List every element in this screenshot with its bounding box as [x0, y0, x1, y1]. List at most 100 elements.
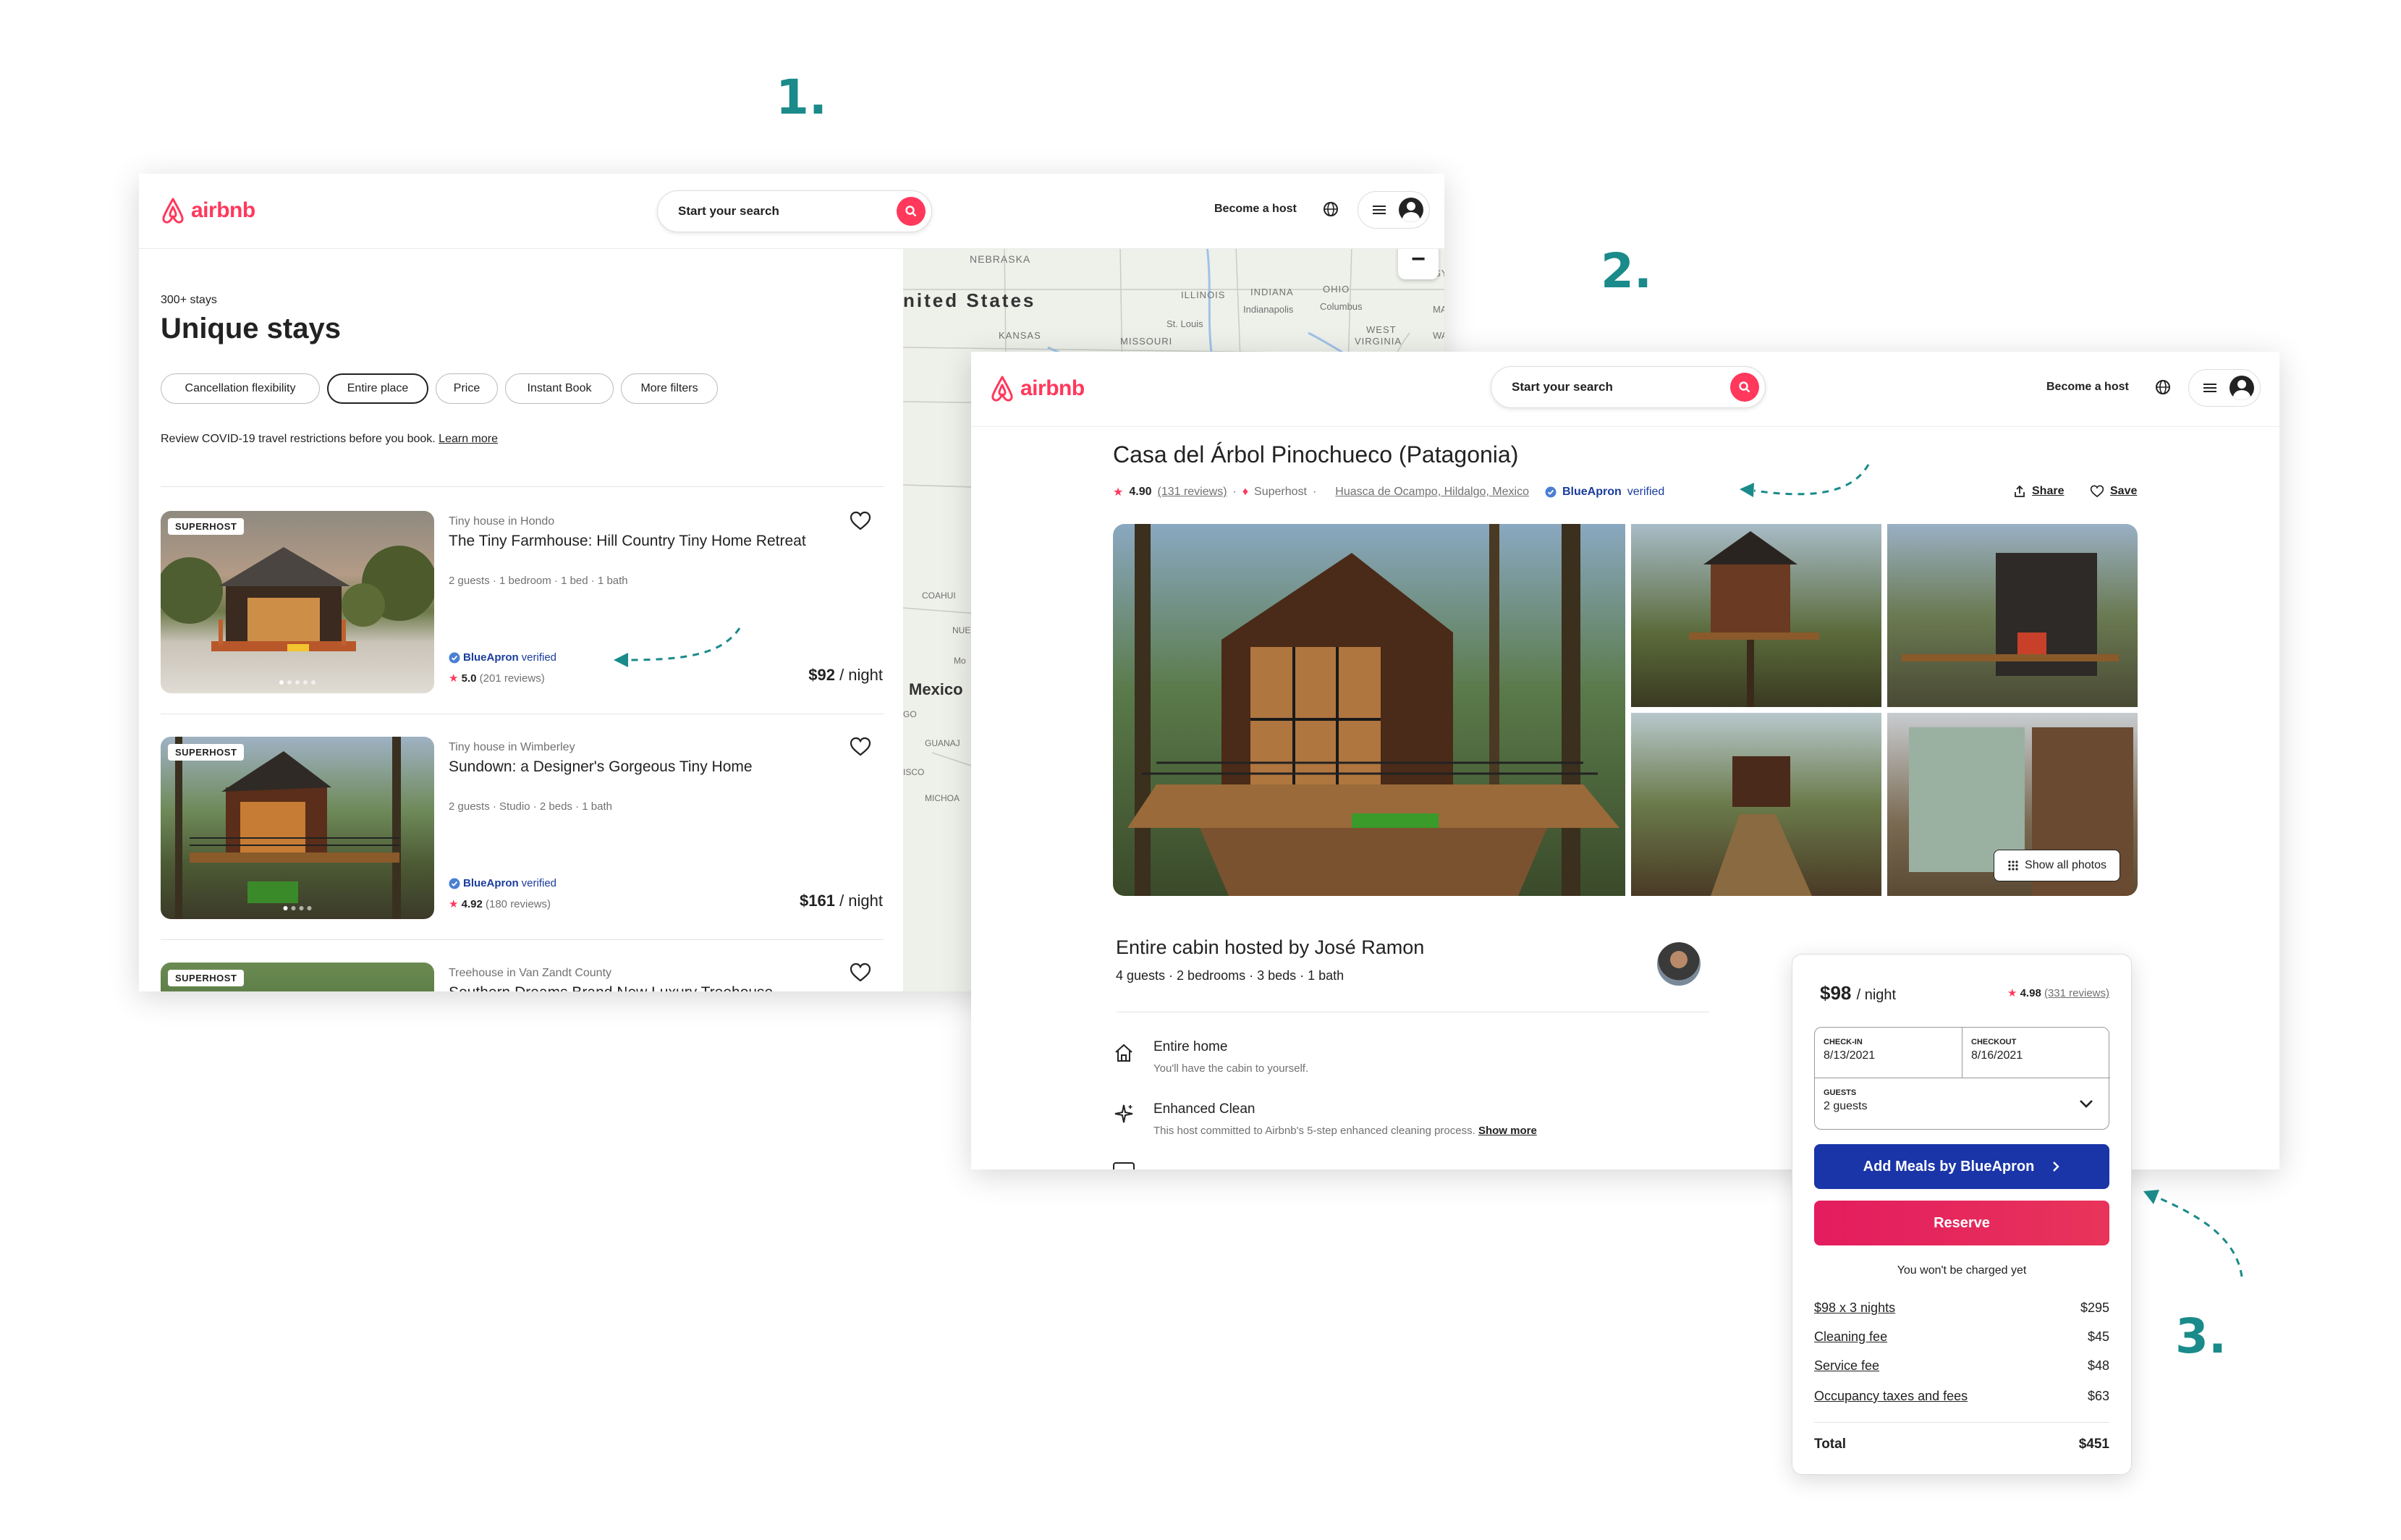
divider	[1814, 1422, 2109, 1423]
location-link[interactable]: Huasca de Ocampo, Hildalgo, Mexico	[1335, 486, 1529, 499]
map-label: KANSAS	[999, 330, 1041, 341]
search-bar[interactable]: Start your search	[1491, 366, 1766, 408]
listing-card[interactable]: SUPERHOST Tiny house in Wimberley Sundow…	[161, 737, 884, 921]
grid-icon	[2008, 860, 2018, 871]
total-amount: $451	[2078, 1437, 2109, 1452]
filter-more[interactable]: More filters	[621, 373, 718, 404]
show-all-photos-button[interactable]: Show all photos	[1994, 850, 2120, 881]
heart-icon[interactable]	[850, 511, 871, 531]
user-menu-button[interactable]	[1358, 191, 1430, 229]
verified-badge-icon	[449, 652, 460, 663]
arrowhead	[2143, 1190, 2159, 1204]
listing-details: 2 guests · 1 bedroom · 1 bed · 1 bath	[449, 575, 628, 587]
listings-header: airbnb Start your search Become a host	[139, 174, 1444, 249]
search-bar[interactable]: Start your search	[657, 190, 932, 232]
airbnb-logo[interactable]: airbnb	[990, 375, 1085, 402]
search-button[interactable]	[1730, 373, 1759, 402]
add-meals-button[interactable]: Add Meals by BlueApron	[1814, 1144, 2109, 1189]
guests-field[interactable]: GUESTS 2 guests	[1815, 1078, 2110, 1130]
show-more-link[interactable]: Show more	[1478, 1125, 1537, 1137]
star-icon: ★	[1113, 486, 1124, 499]
host-avatar[interactable]	[1657, 942, 1701, 986]
heart-icon[interactable]	[850, 737, 871, 757]
farmhouse-image	[161, 546, 434, 651]
price-line: Cleaning fee $45	[1814, 1329, 2109, 1351]
avatar-icon	[2230, 376, 2254, 400]
sparkle-icon	[1114, 1104, 1133, 1123]
save-button[interactable]: Save	[2090, 485, 2137, 498]
listing-details: 2 guests · Studio · 2 beds · 1 bath	[449, 800, 612, 813]
gallery-photo-main[interactable]	[1113, 524, 1625, 896]
airbnb-logo[interactable]: airbnb	[161, 197, 255, 224]
rating-value: 4.92	[461, 898, 483, 910]
gallery-photo[interactable]	[1631, 713, 1881, 896]
hamburger-icon	[2203, 384, 2216, 392]
show-all-photos-label: Show all photos	[2025, 859, 2106, 871]
map-label: ILLINOIS	[1181, 289, 1226, 300]
share-button[interactable]: Share	[2013, 485, 2064, 498]
forest-image	[1711, 756, 1812, 896]
feature-desc: This host committed to Airbnb's 5-step e…	[1153, 1125, 1537, 1137]
learn-more-link[interactable]: Learn more	[439, 433, 498, 445]
reserve-button[interactable]: Reserve	[1814, 1201, 2109, 1245]
become-host-link[interactable]: Become a host	[1214, 203, 1297, 216]
checkout-field[interactable]: CHECKOUT 8/16/2021	[1962, 1028, 2110, 1078]
filter-bar: Cancellation flexibility Entire place Pr…	[161, 373, 884, 405]
gallery-photo[interactable]	[1887, 524, 2138, 707]
verified-badge-icon	[449, 878, 460, 889]
listing-photo[interactable]: SUPERHOST	[161, 511, 434, 693]
carousel-dots[interactable]	[283, 906, 312, 910]
filter-price[interactable]: Price	[436, 373, 498, 404]
listing-title[interactable]: Southern Dreams Brand New Luxury Treehou…	[449, 984, 773, 991]
price-line-label[interactable]: Service fee	[1814, 1358, 1879, 1374]
airbnb-logo-icon	[991, 376, 1013, 402]
rating-value: 4.98	[2020, 987, 2041, 999]
price-unit: / night	[839, 666, 883, 684]
checkin-field[interactable]: CHECK-IN 8/13/2021	[1815, 1028, 1962, 1078]
photo-gallery[interactable]: Show all photos	[1113, 524, 2138, 896]
search-icon	[1739, 381, 1750, 393]
map-label: nited States	[903, 289, 1036, 311]
map-label: INDIANA	[1250, 287, 1294, 297]
listing-price: $161 / night	[800, 892, 883, 910]
listing-title[interactable]: Sundown: a Designer's Gorgeous Tiny Home	[449, 758, 753, 776]
filter-cancellation[interactable]: Cancellation flexibility	[161, 373, 320, 404]
verified-brand: BlueApron	[463, 877, 519, 889]
annotation-arrow-3	[2156, 1196, 2243, 1277]
become-host-link[interactable]: Become a host	[2046, 381, 2129, 394]
listing-title[interactable]: The Tiny Farmhouse: Hill Country Tiny Ho…	[449, 533, 806, 550]
filter-instant-book[interactable]: Instant Book	[505, 373, 614, 404]
reviews-link[interactable]: (331 reviews)	[2044, 987, 2109, 999]
stays-count: 300+ stays	[161, 294, 217, 306]
step-number-2: 2.	[1601, 243, 1652, 299]
superhost-badge: SUPERHOST	[168, 970, 245, 986]
gallery-photo[interactable]: Show all photos	[1887, 713, 2138, 896]
gallery-photo[interactable]	[1631, 524, 1881, 707]
listing-type: Tiny house in Wimberley	[449, 741, 575, 753]
price-line-label[interactable]: $98 x 3 nights	[1814, 1300, 1895, 1316]
search-icon	[905, 206, 917, 217]
listing-card[interactable]: SUPERHOST Treehouse in Van Zandt County …	[161, 962, 884, 991]
listing-photo[interactable]: SUPERHOST	[161, 962, 434, 991]
separator: ·	[1232, 486, 1237, 498]
user-menu-button[interactable]	[2188, 369, 2261, 407]
map-label: COAHUI	[922, 591, 956, 601]
filter-entire-place[interactable]: Entire place	[327, 373, 428, 404]
globe-icon[interactable]	[2155, 379, 2171, 395]
booking-card: $98 / night ★ 4.98 (331 reviews) CHECK-I…	[1792, 954, 2132, 1475]
price-line-label[interactable]: Cleaning fee	[1814, 1329, 1887, 1345]
price-line-amount: $295	[2080, 1300, 2109, 1315]
map-label: OHIO	[1323, 284, 1350, 295]
guests-value: 2 guests	[1824, 1100, 1868, 1112]
listing-card[interactable]: SUPERHOST Tiny house in Hondo The Tiny F…	[161, 511, 884, 695]
carousel-dots[interactable]	[279, 680, 316, 685]
search-button[interactable]	[897, 197, 926, 226]
price-line-label[interactable]: Occupancy taxes and fees	[1814, 1389, 1968, 1404]
globe-icon[interactable]	[1323, 201, 1339, 217]
heart-icon[interactable]	[850, 962, 871, 983]
reviews-link[interactable]: (131 reviews)	[1157, 486, 1227, 499]
listing-photo[interactable]: SUPERHOST	[161, 737, 434, 919]
listing-title: Casa del Árbol Pinochueco (Patagonia)	[1113, 441, 1519, 468]
cabin-side-image	[1902, 553, 2119, 676]
price-value: $161	[799, 892, 835, 910]
